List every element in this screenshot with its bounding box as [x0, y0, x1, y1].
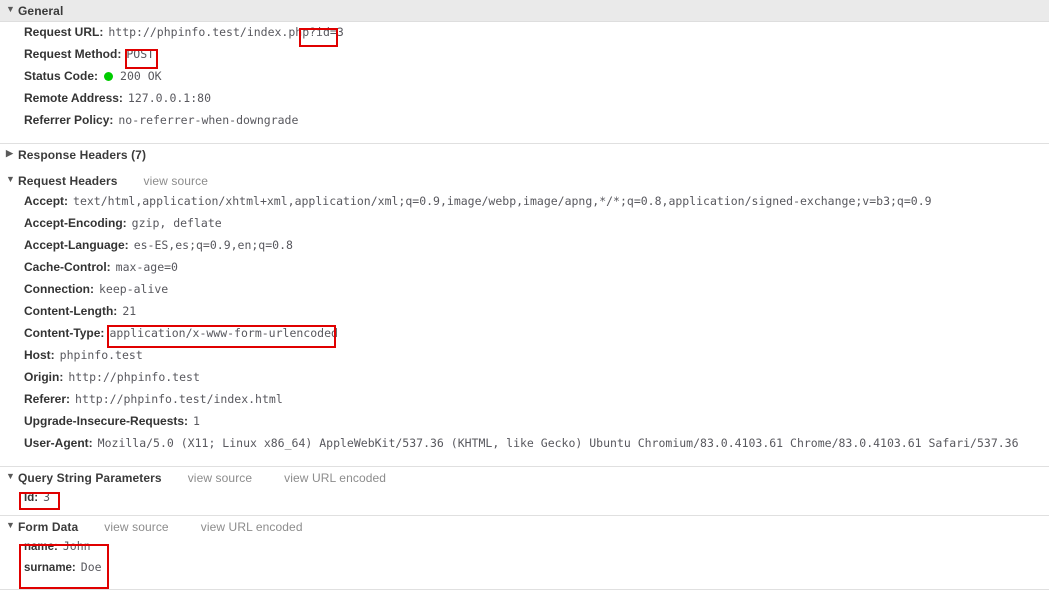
label-form-surname: surname:: [24, 562, 76, 574]
label-host: Host:: [24, 348, 55, 362]
value-content-type: application/x-www-form-urlencoded: [109, 326, 338, 340]
label-remote-address: Remote Address:: [24, 91, 123, 105]
section-header-query-string-parameters[interactable]: Query String Parameters view source view…: [0, 466, 1049, 488]
value-referer: http://phpinfo.test/index.html: [75, 392, 283, 406]
row-request-url: Request URL: http://phpinfo.test/index.p…: [0, 25, 1049, 47]
section-header-response-headers[interactable]: Response Headers (7): [0, 143, 1049, 165]
label-user-agent: User-Agent:: [24, 436, 93, 450]
value-user-agent: Mozilla/5.0 (X11; Linux x86_64) AppleWeb…: [97, 436, 1019, 450]
status-ok-dot-icon: [104, 72, 114, 81]
chevron-right-icon[interactable]: [6, 149, 16, 158]
view-source-link-request-headers[interactable]: view source: [144, 174, 208, 188]
row-referrer-policy: Referrer Policy: no-referrer-when-downgr…: [0, 113, 1049, 135]
row-remote-address: Remote Address: 127.0.0.1:80: [0, 91, 1049, 113]
section-header-general[interactable]: General: [0, 0, 1049, 22]
row-accept-language: Accept-Language: es-ES,es;q=0.9,en;q=0.8: [0, 238, 1049, 260]
label-accept-language: Accept-Language:: [24, 238, 129, 252]
label-request-url: Request URL:: [24, 25, 104, 39]
section-title-request-headers: Request Headers: [18, 173, 118, 188]
value-cache-control: max-age=0: [115, 260, 178, 274]
row-cache-control: Cache-Control: max-age=0: [0, 260, 1049, 282]
label-upgrade-insecure-requests: Upgrade-Insecure-Requests:: [24, 414, 189, 428]
value-query-id: 3: [43, 490, 50, 504]
value-remote-address: 127.0.0.1:80: [127, 91, 212, 105]
value-accept: text/html,application/xhtml+xml,applicat…: [73, 194, 932, 208]
value-referrer-policy: no-referrer-when-downgrade: [118, 113, 299, 127]
label-referer: Referer:: [24, 392, 71, 406]
chevron-down-icon[interactable]: [6, 472, 16, 481]
row-status-code: Status Code: 200 OK: [0, 69, 1049, 91]
value-content-length: 21: [122, 304, 137, 318]
section-title-query-string-parameters: Query String Parameters: [18, 470, 162, 485]
request-headers-rows: Accept: text/html,application/xhtml+xml,…: [0, 191, 1049, 458]
row-content-type: Content-Type: application/x-www-form-url…: [0, 326, 1049, 348]
row-host: Host: phpinfo.test: [0, 348, 1049, 370]
view-source-link-form-data[interactable]: view source: [104, 520, 168, 534]
chevron-down-icon[interactable]: [6, 5, 16, 14]
value-upgrade-insecure-requests: 1: [193, 414, 200, 428]
label-referrer-policy: Referrer Policy:: [24, 113, 114, 127]
label-request-method: Request Method:: [24, 47, 122, 61]
row-accept-encoding: Accept-Encoding: gzip, deflate: [0, 216, 1049, 238]
row-upgrade-insecure-requests: Upgrade-Insecure-Requests: 1: [0, 414, 1049, 436]
row-connection: Connection: keep-alive: [0, 282, 1049, 304]
row-accept: Accept: text/html,application/xhtml+xml,…: [0, 194, 1049, 216]
row-user-agent: User-Agent: Mozilla/5.0 (X11; Linux x86_…: [0, 436, 1049, 458]
query-string-rows: Id: 3: [0, 488, 1049, 511]
view-url-encoded-link-form-data[interactable]: view URL encoded: [201, 520, 303, 534]
value-accept-language: es-ES,es;q=0.9,en;q=0.8: [133, 238, 293, 252]
value-request-url: http://phpinfo.test/index.php?id=3: [108, 25, 344, 39]
value-origin: http://phpinfo.test: [68, 370, 200, 384]
row-origin: Origin: http://phpinfo.test: [0, 370, 1049, 392]
value-form-surname: Doe: [80, 560, 102, 574]
section-title-response-headers: Response Headers (7): [18, 147, 147, 162]
view-url-encoded-link-query-string[interactable]: view URL encoded: [284, 471, 386, 485]
label-query-id: Id:: [24, 492, 39, 504]
section-header-form-data[interactable]: Form Data view source view URL encoded: [0, 515, 1049, 537]
section-title-form-data: Form Data: [18, 519, 79, 534]
value-connection: keep-alive: [99, 282, 169, 296]
view-source-link-query-string[interactable]: view source: [188, 471, 252, 485]
label-cache-control: Cache-Control:: [24, 260, 111, 274]
label-accept-encoding: Accept-Encoding:: [24, 216, 127, 230]
label-connection: Connection:: [24, 282, 94, 296]
label-content-length: Content-Length:: [24, 304, 118, 318]
value-host: phpinfo.test: [59, 348, 143, 362]
row-referer: Referer: http://phpinfo.test/index.html: [0, 392, 1049, 414]
value-request-method: POST: [126, 47, 155, 61]
row-content-length: Content-Length: 21: [0, 304, 1049, 326]
value-accept-encoding: gzip, deflate: [131, 216, 222, 230]
form-data-rows: name: John surname: Doe: [0, 537, 1049, 581]
label-status-code: Status Code:: [24, 69, 99, 83]
label-origin: Origin:: [24, 370, 64, 384]
label-form-name: name:: [24, 541, 58, 553]
value-form-name: John: [62, 539, 91, 553]
row-form-name: name: John: [0, 539, 1049, 560]
row-query-id: Id: 3: [0, 490, 1049, 511]
chevron-down-icon[interactable]: [6, 521, 16, 530]
chevron-down-icon[interactable]: [6, 175, 16, 184]
section-header-request-headers[interactable]: Request Headers view source: [0, 170, 1049, 191]
general-rows: Request URL: http://phpinfo.test/index.p…: [0, 22, 1049, 135]
row-form-surname: surname: Doe: [0, 560, 1049, 581]
section-title-general: General: [18, 3, 64, 18]
value-status-code: 200 OK: [120, 69, 162, 83]
bottom-divider: [0, 589, 1049, 590]
label-content-type: Content-Type:: [24, 326, 105, 340]
row-request-method: Request Method: POST: [0, 47, 1049, 69]
label-accept: Accept:: [24, 194, 69, 208]
